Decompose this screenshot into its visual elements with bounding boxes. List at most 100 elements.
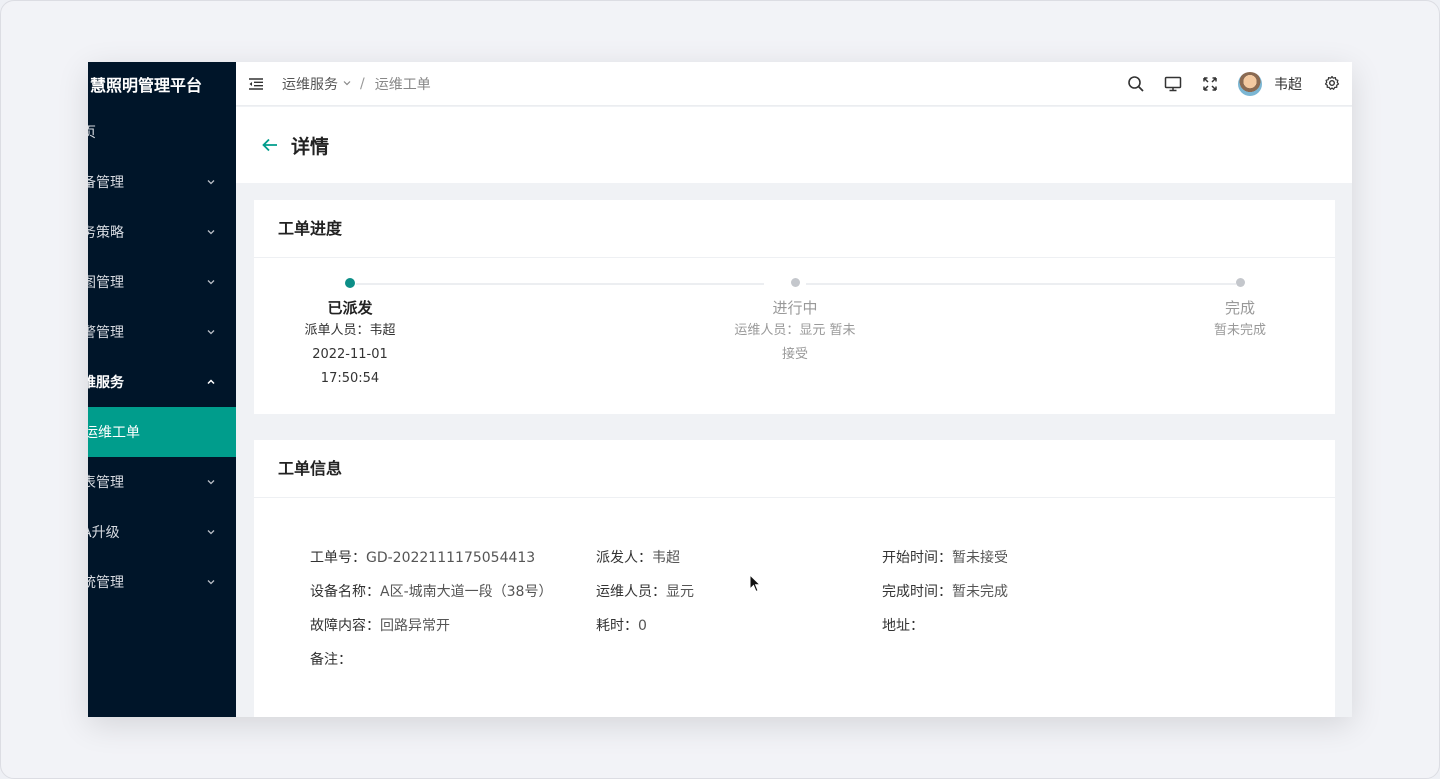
sidebar-item-work-orders[interactable]: 运维工单 xyxy=(88,407,236,457)
info-field-finish-time: 完成时间：暂未完成 xyxy=(882,581,1168,615)
step-completed: 完成 暂未完成 xyxy=(1180,278,1300,342)
info-row: 备注： xyxy=(310,649,1210,683)
field-label: 开始时间： xyxy=(882,550,952,566)
field-label: 工单号： xyxy=(310,550,366,566)
breadcrumb-item-maintenance-service[interactable]: 运维服务 xyxy=(282,74,338,94)
chevron-down-icon xyxy=(206,327,216,337)
step-dot-wait xyxy=(790,278,800,287)
sidebar-item-label: 运维工单 xyxy=(88,425,140,441)
field-value: 暂未接受 xyxy=(952,550,1008,566)
sidebar-item-ota-upgrade[interactable]: A升级 xyxy=(88,507,236,557)
avatar[interactable] xyxy=(1238,72,1262,96)
info-field-remarks: 备注： xyxy=(310,649,596,683)
field-value: 回路异常开 xyxy=(380,618,450,634)
field-label: 派发人： xyxy=(596,550,652,566)
sidebar-item-service-strategy[interactable]: 务策略 xyxy=(88,207,236,257)
sidebar-item-label: 维服务 xyxy=(88,375,124,391)
field-value: 0 xyxy=(638,618,647,634)
page-header: 详情 xyxy=(236,107,1352,183)
info-field-dispatcher: 派发人：韦超 xyxy=(596,547,882,581)
chevron-down-icon xyxy=(342,76,352,92)
step-dispatched: 已派发 派单人员：韦超 2022-11-01 17:50:54 xyxy=(278,278,422,390)
mouse-cursor-icon xyxy=(749,574,761,593)
info-grid: 工单号：GD-2022111175054413 派发人：韦超 开始时间：暂未接受… xyxy=(310,547,1210,683)
work-order-info-card: 工单信息 工单号：GD-2022111175054413 派发人：韦超 开始时间… xyxy=(254,440,1335,717)
field-label: 故障内容： xyxy=(310,618,380,634)
step-desc-line: 接受 xyxy=(781,347,808,362)
page-title: 详情 xyxy=(291,135,330,158)
chevron-down-icon xyxy=(206,177,216,187)
sidebar: 慧照明管理平台 页 备管理 务策略 图管理 警管理 维服务 运维工单 表管理 升… xyxy=(88,62,236,717)
field-value: 韦超 xyxy=(652,550,680,566)
info-field-fault-content: 故障内容：回路异常开 xyxy=(310,615,596,649)
sidebar-item-label: 图管理 xyxy=(88,275,124,291)
menu-fold-icon[interactable] xyxy=(248,76,264,92)
step-desc-line: 暂未完成 xyxy=(1213,323,1266,338)
info-field-order-number: 工单号：GD-2022111175054413 xyxy=(310,547,596,581)
field-label: 地址： xyxy=(882,618,924,634)
field-value: GD-2022111175054413 xyxy=(366,550,536,566)
step-dot-wait xyxy=(1235,278,1245,287)
sidebar-item-home[interactable]: 页 xyxy=(88,107,236,157)
field-value: A区-城南大道一段（38号） xyxy=(380,584,553,600)
field-label: 耗时： xyxy=(596,618,638,634)
app-title: 慧照明管理平台 xyxy=(90,76,203,95)
step-desc-line: 派单人员：韦超 xyxy=(304,323,396,338)
chevron-down-icon xyxy=(206,227,216,237)
sidebar-item-alarm-management[interactable]: 警管理 xyxy=(88,307,236,357)
top-bar: 运维服务 / 运维工单 韦超 xyxy=(236,62,1352,106)
sidebar-item-label: A升级 xyxy=(88,525,120,541)
back-arrow-icon[interactable] xyxy=(261,136,279,154)
breadcrumb-item-work-orders: 运维工单 xyxy=(374,76,431,93)
field-value: 显元 xyxy=(666,584,694,600)
sidebar-menu: 页 备管理 务策略 图管理 警管理 维服务 运维工单 表管理 升级 统管理 xyxy=(88,107,236,607)
username[interactable]: 韦超 xyxy=(1274,74,1302,94)
app-window: 慧照明管理平台 页 备管理 务策略 图管理 警管理 维服务 运维工单 表管理 升… xyxy=(88,62,1352,717)
sidebar-item-label: 页 xyxy=(88,125,96,141)
progress-card-title: 工单进度 xyxy=(254,200,1335,258)
breadcrumb: 运维服务 / 运维工单 xyxy=(282,74,431,94)
sidebar-item-label: 统管理 xyxy=(88,575,124,591)
step-title: 已派发 xyxy=(327,299,373,317)
progress-steps: 已派发 派单人员：韦超 2022-11-01 17:50:54 进行中 运维人员… xyxy=(254,258,1335,414)
info-row: 故障内容：回路异常开 耗时：0 地址： xyxy=(310,615,1210,649)
sidebar-item-device-management[interactable]: 备管理 xyxy=(88,157,236,207)
info-field-address: 地址： xyxy=(882,615,1168,649)
search-icon[interactable] xyxy=(1127,75,1145,93)
breadcrumb-separator: / xyxy=(360,75,365,92)
sidebar-item-report-management[interactable]: 表管理 xyxy=(88,457,236,507)
step-title: 进行中 xyxy=(772,299,818,317)
fullscreen-icon[interactable] xyxy=(1201,75,1219,93)
sidebar-item-map-management[interactable]: 图管理 xyxy=(88,257,236,307)
info-card-title: 工单信息 xyxy=(254,440,1335,498)
step-desc-line: 运维人员：显元 暂未 xyxy=(734,323,856,338)
chevron-up-icon xyxy=(206,377,216,387)
info-field-start-time: 开始时间：暂未接受 xyxy=(882,547,1168,581)
chevron-down-icon xyxy=(206,527,216,537)
step-title: 完成 xyxy=(1224,299,1255,317)
field-label: 完成时间： xyxy=(882,584,952,600)
gear-icon[interactable] xyxy=(1324,75,1342,93)
field-value: 暂未完成 xyxy=(952,584,1008,600)
work-order-progress-card: 工单进度 已派发 派单人员：韦超 2022-11-01 17:50:54 进行中… xyxy=(254,200,1335,414)
step-desc-line: 2022-11-01 xyxy=(312,347,388,362)
info-field-duration: 耗时：0 xyxy=(596,615,882,649)
sidebar-item-system-management[interactable]: 统管理 xyxy=(88,557,236,607)
info-field-device-name: 设备名称：A区-城南大道一段（38号） xyxy=(310,581,596,615)
field-label: 运维人员： xyxy=(596,584,666,600)
info-field-maintainer: 运维人员：显元 xyxy=(596,581,882,615)
step-dot-done xyxy=(345,278,355,288)
step-in-progress: 进行中 运维人员：显元 暂未 接受 xyxy=(715,278,875,366)
step-desc-line: 17:50:54 xyxy=(320,371,380,386)
header-actions: 韦超 xyxy=(1108,62,1352,106)
chevron-down-icon xyxy=(206,277,216,287)
monitor-icon[interactable] xyxy=(1164,75,1182,93)
sidebar-item-label: 务策略 xyxy=(88,225,124,241)
sidebar-item-label: 备管理 xyxy=(88,175,124,191)
sidebar-item-maintenance-service[interactable]: 维服务 xyxy=(88,357,236,407)
sidebar-item-label: 表管理 xyxy=(88,475,124,491)
chevron-down-icon xyxy=(206,477,216,487)
chevron-down-icon xyxy=(206,577,216,587)
sidebar-item-label: 警管理 xyxy=(88,325,124,341)
field-label: 设备名称： xyxy=(310,584,380,600)
